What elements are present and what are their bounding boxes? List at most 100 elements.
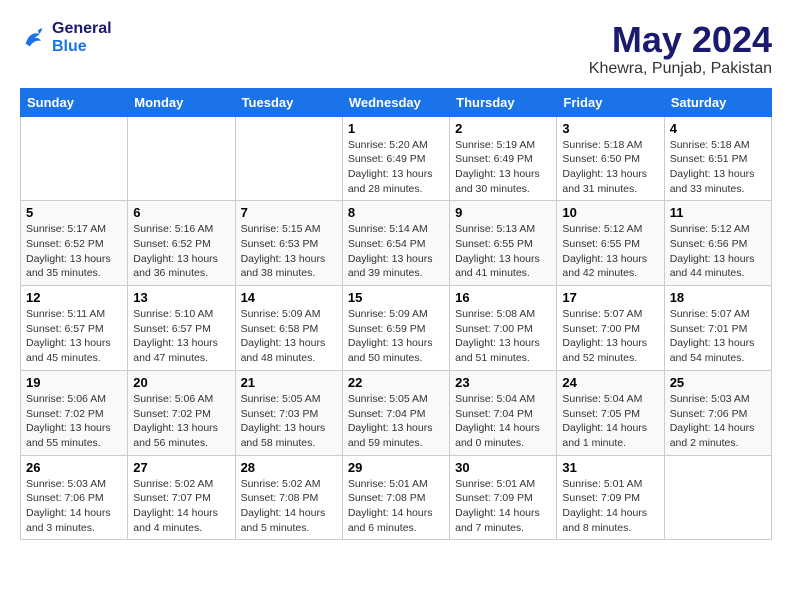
day-number: 8 xyxy=(348,205,444,220)
day-info: Sunrise: 5:12 AM Sunset: 6:56 PM Dayligh… xyxy=(670,222,766,281)
day-info: Sunrise: 5:09 AM Sunset: 6:58 PM Dayligh… xyxy=(241,307,337,366)
day-info: Sunrise: 5:15 AM Sunset: 6:53 PM Dayligh… xyxy=(241,222,337,281)
weekday-header-saturday: Saturday xyxy=(664,88,771,116)
day-info: Sunrise: 5:12 AM Sunset: 6:55 PM Dayligh… xyxy=(562,222,658,281)
day-number: 19 xyxy=(26,375,122,390)
day-info: Sunrise: 5:18 AM Sunset: 6:50 PM Dayligh… xyxy=(562,138,658,197)
day-info: Sunrise: 5:07 AM Sunset: 7:01 PM Dayligh… xyxy=(670,307,766,366)
day-number: 3 xyxy=(562,121,658,136)
weekday-header-tuesday: Tuesday xyxy=(235,88,342,116)
day-info: Sunrise: 5:17 AM Sunset: 6:52 PM Dayligh… xyxy=(26,222,122,281)
day-info: Sunrise: 5:09 AM Sunset: 6:59 PM Dayligh… xyxy=(348,307,444,366)
calendar-week-1: 1 Sunrise: 5:20 AM Sunset: 6:49 PM Daylig… xyxy=(21,116,772,201)
calendar-cell: 1 Sunrise: 5:20 AM Sunset: 6:49 PM Daylig… xyxy=(342,116,449,201)
logo-text: General Blue xyxy=(52,20,112,56)
calendar-week-2: 5 Sunrise: 5:17 AM Sunset: 6:52 PM Daylig… xyxy=(21,201,772,286)
calendar-cell: 13 Sunrise: 5:10 AM Sunset: 6:57 PM Dayli… xyxy=(128,286,235,371)
calendar-cell: 30 Sunrise: 5:01 AM Sunset: 7:09 PM Dayli… xyxy=(450,455,557,540)
day-number: 5 xyxy=(26,205,122,220)
day-number: 20 xyxy=(133,375,229,390)
calendar-cell: 10 Sunrise: 5:12 AM Sunset: 6:55 PM Dayli… xyxy=(557,201,664,286)
calendar-cell: 7Sunrise: 5:15 AM Sunset: 6:53 PM Daylig… xyxy=(235,201,342,286)
day-info: Sunrise: 5:02 AM Sunset: 7:07 PM Dayligh… xyxy=(133,477,229,536)
day-info: Sunrise: 5:01 AM Sunset: 7:09 PM Dayligh… xyxy=(455,477,551,536)
calendar-cell: 19 Sunrise: 5:06 AM Sunset: 7:02 PM Dayli… xyxy=(21,370,128,455)
day-number: 4 xyxy=(670,121,766,136)
location: Khewra, Punjab, Pakistan xyxy=(589,60,772,78)
day-number: 17 xyxy=(562,290,658,305)
calendar-cell: 12Sunrise: 5:11 AM Sunset: 6:57 PM Dayli… xyxy=(21,286,128,371)
calendar-cell: 25 Sunrise: 5:03 AM Sunset: 7:06 PM Dayli… xyxy=(664,370,771,455)
calendar-cell: 11 Sunrise: 5:12 AM Sunset: 6:56 PM Dayli… xyxy=(664,201,771,286)
day-number: 1 xyxy=(348,121,444,136)
calendar-cell: 15Sunrise: 5:09 AM Sunset: 6:59 PM Dayli… xyxy=(342,286,449,371)
calendar-cell: 20 Sunrise: 5:06 AM Sunset: 7:02 PM Dayli… xyxy=(128,370,235,455)
day-info: Sunrise: 5:14 AM Sunset: 6:54 PM Dayligh… xyxy=(348,222,444,281)
day-number: 29 xyxy=(348,460,444,475)
calendar-cell: 27Sunrise: 5:02 AM Sunset: 7:07 PM Dayli… xyxy=(128,455,235,540)
calendar-cell: 31 Sunrise: 5:01 AM Sunset: 7:09 PM Dayli… xyxy=(557,455,664,540)
day-info: Sunrise: 5:06 AM Sunset: 7:02 PM Dayligh… xyxy=(133,392,229,451)
day-info: Sunrise: 5:06 AM Sunset: 7:02 PM Dayligh… xyxy=(26,392,122,451)
calendar-cell: 22Sunrise: 5:05 AM Sunset: 7:04 PM Dayli… xyxy=(342,370,449,455)
day-number: 25 xyxy=(670,375,766,390)
calendar-cell: 29 Sunrise: 5:01 AM Sunset: 7:08 PM Dayli… xyxy=(342,455,449,540)
day-number: 22 xyxy=(348,375,444,390)
day-info: Sunrise: 5:05 AM Sunset: 7:03 PM Dayligh… xyxy=(241,392,337,451)
calendar-cell: 3 Sunrise: 5:18 AM Sunset: 6:50 PM Daylig… xyxy=(557,116,664,201)
calendar-cell: 5 Sunrise: 5:17 AM Sunset: 6:52 PM Daylig… xyxy=(21,201,128,286)
logo-icon xyxy=(20,24,48,52)
month-title: May 2024 xyxy=(589,20,772,60)
calendar-cell: 16Sunrise: 5:08 AM Sunset: 7:00 PM Dayli… xyxy=(450,286,557,371)
day-number: 9 xyxy=(455,205,551,220)
calendar-cell xyxy=(664,455,771,540)
day-info: Sunrise: 5:19 AM Sunset: 6:49 PM Dayligh… xyxy=(455,138,551,197)
day-number: 6 xyxy=(133,205,229,220)
calendar-cell: 4 Sunrise: 5:18 AM Sunset: 6:51 PM Daylig… xyxy=(664,116,771,201)
calendar-cell: 6 Sunrise: 5:16 AM Sunset: 6:52 PM Daylig… xyxy=(128,201,235,286)
day-info: Sunrise: 5:08 AM Sunset: 7:00 PM Dayligh… xyxy=(455,307,551,366)
day-number: 31 xyxy=(562,460,658,475)
day-info: Sunrise: 5:03 AM Sunset: 7:06 PM Dayligh… xyxy=(26,477,122,536)
day-info: Sunrise: 5:04 AM Sunset: 7:04 PM Dayligh… xyxy=(455,392,551,451)
day-number: 23 xyxy=(455,375,551,390)
calendar-cell: 8 Sunrise: 5:14 AM Sunset: 6:54 PM Daylig… xyxy=(342,201,449,286)
day-info: Sunrise: 5:02 AM Sunset: 7:08 PM Dayligh… xyxy=(241,477,337,536)
calendar-cell: 28Sunrise: 5:02 AM Sunset: 7:08 PM Dayli… xyxy=(235,455,342,540)
day-number: 2 xyxy=(455,121,551,136)
weekday-header-friday: Friday xyxy=(557,88,664,116)
calendar-cell: 9 Sunrise: 5:13 AM Sunset: 6:55 PM Daylig… xyxy=(450,201,557,286)
day-number: 26 xyxy=(26,460,122,475)
day-info: Sunrise: 5:01 AM Sunset: 7:09 PM Dayligh… xyxy=(562,477,658,536)
title-block: May 2024 Khewra, Punjab, Pakistan xyxy=(589,20,772,78)
day-info: Sunrise: 5:13 AM Sunset: 6:55 PM Dayligh… xyxy=(455,222,551,281)
calendar-cell: 18 Sunrise: 5:07 AM Sunset: 7:01 PM Dayli… xyxy=(664,286,771,371)
day-info: Sunrise: 5:18 AM Sunset: 6:51 PM Dayligh… xyxy=(670,138,766,197)
day-info: Sunrise: 5:16 AM Sunset: 6:52 PM Dayligh… xyxy=(133,222,229,281)
day-info: Sunrise: 5:10 AM Sunset: 6:57 PM Dayligh… xyxy=(133,307,229,366)
calendar-cell: 17 Sunrise: 5:07 AM Sunset: 7:00 PM Dayli… xyxy=(557,286,664,371)
day-info: Sunrise: 5:01 AM Sunset: 7:08 PM Dayligh… xyxy=(348,477,444,536)
calendar-cell xyxy=(128,116,235,201)
calendar-cell xyxy=(235,116,342,201)
weekday-header-sunday: Sunday xyxy=(21,88,128,116)
weekday-header-monday: Monday xyxy=(128,88,235,116)
logo: General Blue xyxy=(20,20,112,56)
day-info: Sunrise: 5:20 AM Sunset: 6:49 PM Dayligh… xyxy=(348,138,444,197)
calendar-table: SundayMondayTuesdayWednesdayThursdayFrid… xyxy=(20,88,772,541)
day-info: Sunrise: 5:03 AM Sunset: 7:06 PM Dayligh… xyxy=(670,392,766,451)
calendar-week-3: 12Sunrise: 5:11 AM Sunset: 6:57 PM Dayli… xyxy=(21,286,772,371)
calendar-week-5: 26 Sunrise: 5:03 AM Sunset: 7:06 PM Dayli… xyxy=(21,455,772,540)
day-number: 30 xyxy=(455,460,551,475)
weekday-header-thursday: Thursday xyxy=(450,88,557,116)
calendar-cell: 24Sunrise: 5:04 AM Sunset: 7:05 PM Dayli… xyxy=(557,370,664,455)
calendar-cell: 26 Sunrise: 5:03 AM Sunset: 7:06 PM Dayli… xyxy=(21,455,128,540)
calendar-cell: 21Sunrise: 5:05 AM Sunset: 7:03 PM Dayli… xyxy=(235,370,342,455)
day-number: 18 xyxy=(670,290,766,305)
calendar-cell: 23 Sunrise: 5:04 AM Sunset: 7:04 PM Dayli… xyxy=(450,370,557,455)
weekday-header-row: SundayMondayTuesdayWednesdayThursdayFrid… xyxy=(21,88,772,116)
day-number: 11 xyxy=(670,205,766,220)
day-info: Sunrise: 5:07 AM Sunset: 7:00 PM Dayligh… xyxy=(562,307,658,366)
day-number: 13 xyxy=(133,290,229,305)
day-number: 10 xyxy=(562,205,658,220)
